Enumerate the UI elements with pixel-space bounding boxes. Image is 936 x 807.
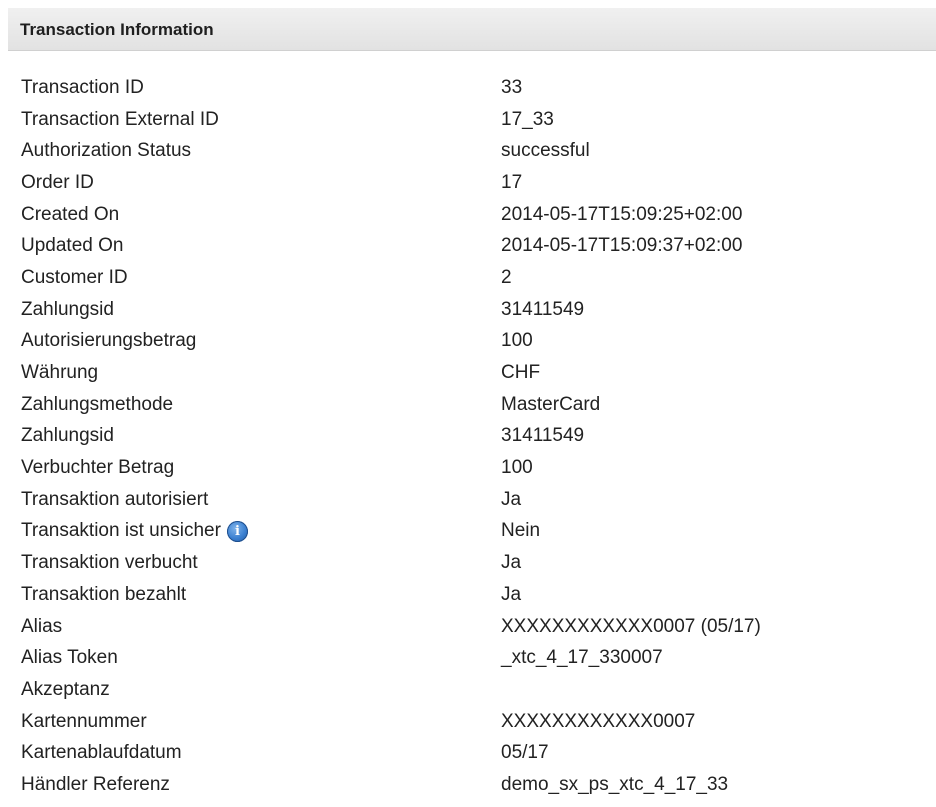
- row-label: Zahlungsmethode: [21, 393, 174, 415]
- table-row: Transaktion ist unsicher i Nein: [21, 516, 921, 548]
- transaction-info-panel: Transaction Information Transaction ID 3…: [8, 8, 936, 807]
- table-row: Zahlungsid 31411549: [21, 421, 921, 453]
- row-value: successful: [501, 140, 590, 162]
- table-row: Zahlungsmethode MasterCard: [21, 389, 921, 421]
- row-value: _xtc_4_17_330007: [501, 647, 663, 669]
- row-value: XXXXXXXXXXXX0007 (05/17): [501, 615, 761, 637]
- row-label: Authorization Status: [21, 140, 192, 162]
- row-label: Kartennummer: [21, 710, 147, 732]
- info-icon[interactable]: i: [226, 520, 248, 542]
- row-value: 100: [501, 330, 533, 352]
- row-label: Alias Token: [21, 647, 118, 669]
- row-value: 100: [501, 457, 533, 479]
- table-row: Alias Token _xtc_4_17_330007: [21, 642, 921, 674]
- table-row: Updated On 2014-05-17T15:09:37+02:00: [21, 230, 921, 262]
- row-value: 33: [501, 76, 523, 98]
- table-row: Transaction External ID 17_33: [21, 104, 921, 136]
- row-value: demo_sx_ps_xtc_4_17_33: [501, 773, 729, 795]
- row-label: Alias: [21, 615, 63, 637]
- row-value: 2: [501, 266, 512, 288]
- table-row: Händler Referenz demo_sx_ps_xtc_4_17_33: [21, 769, 921, 801]
- transaction-details-table: Transaction ID 33 Transaction External I…: [21, 72, 921, 801]
- row-label: Transaction ID: [21, 76, 144, 98]
- row-label: Transaktion autorisiert: [21, 488, 209, 510]
- row-label: Verbuchter Betrag: [21, 457, 175, 479]
- row-value: 05/17: [501, 742, 549, 764]
- table-row: Customer ID 2: [21, 262, 921, 294]
- table-row: Authorization Status successful: [21, 135, 921, 167]
- row-label: Created On: [21, 203, 120, 225]
- row-label: Akzeptanz: [21, 678, 110, 700]
- row-label: Order ID: [21, 171, 94, 193]
- table-row: Akzeptanz: [21, 674, 921, 706]
- table-row: Transaktion bezahlt Ja: [21, 579, 921, 611]
- row-label: Kartenablaufdatum: [21, 742, 182, 764]
- row-value: CHF: [501, 362, 541, 384]
- table-row: Transaktion autorisiert Ja: [21, 484, 921, 516]
- row-label: Währung: [21, 362, 99, 384]
- row-value: 17: [501, 171, 523, 193]
- table-row: Alias XXXXXXXXXXXX0007 (05/17): [21, 611, 921, 643]
- row-value: 31411549: [501, 298, 585, 320]
- row-label-cell: Transaktion ist unsicher i: [21, 516, 501, 548]
- table-row: Created On 2014-05-17T15:09:25+02:00: [21, 199, 921, 231]
- table-row: Autorisierungsbetrag 100: [21, 326, 921, 358]
- row-value: XXXXXXXXXXXX0007: [501, 710, 696, 732]
- table-row: Transaction ID 33: [21, 72, 921, 104]
- row-value: Nein: [501, 520, 541, 542]
- panel-title: Transaction Information: [8, 8, 936, 51]
- row-label: Händler Referenz: [21, 773, 170, 795]
- table-row: Kartenablaufdatum 05/17: [21, 737, 921, 769]
- row-value: 2014-05-17T15:09:25+02:00: [501, 203, 743, 225]
- table-row: Währung CHF: [21, 357, 921, 389]
- row-label: Transaction External ID: [21, 108, 219, 130]
- row-value: [501, 674, 921, 706]
- row-value: 31411549: [501, 425, 585, 447]
- table-row: Transaktion verbucht Ja: [21, 547, 921, 579]
- row-value: Ja: [501, 488, 522, 510]
- table-row: Verbuchter Betrag 100: [21, 452, 921, 484]
- row-label: Customer ID: [21, 266, 128, 288]
- row-value: Ja: [501, 552, 522, 574]
- table-row: Zahlungsid 31411549: [21, 294, 921, 326]
- row-value: MasterCard: [501, 393, 601, 415]
- row-label: Transaktion verbucht: [21, 552, 198, 574]
- row-label: Transaktion bezahlt: [21, 583, 187, 605]
- row-value: Ja: [501, 583, 522, 605]
- row-label: Zahlungsid: [21, 425, 114, 447]
- table-row: Order ID 17: [21, 167, 921, 199]
- row-label: Transaktion ist unsicher: [21, 520, 221, 542]
- row-label: Autorisierungsbetrag: [21, 330, 197, 352]
- table-row: Kartennummer XXXXXXXXXXXX0007: [21, 706, 921, 738]
- row-value: 17_33: [501, 108, 554, 130]
- row-label: Updated On: [21, 235, 124, 257]
- row-label: Zahlungsid: [21, 298, 114, 320]
- row-value: 2014-05-17T15:09:37+02:00: [501, 235, 743, 257]
